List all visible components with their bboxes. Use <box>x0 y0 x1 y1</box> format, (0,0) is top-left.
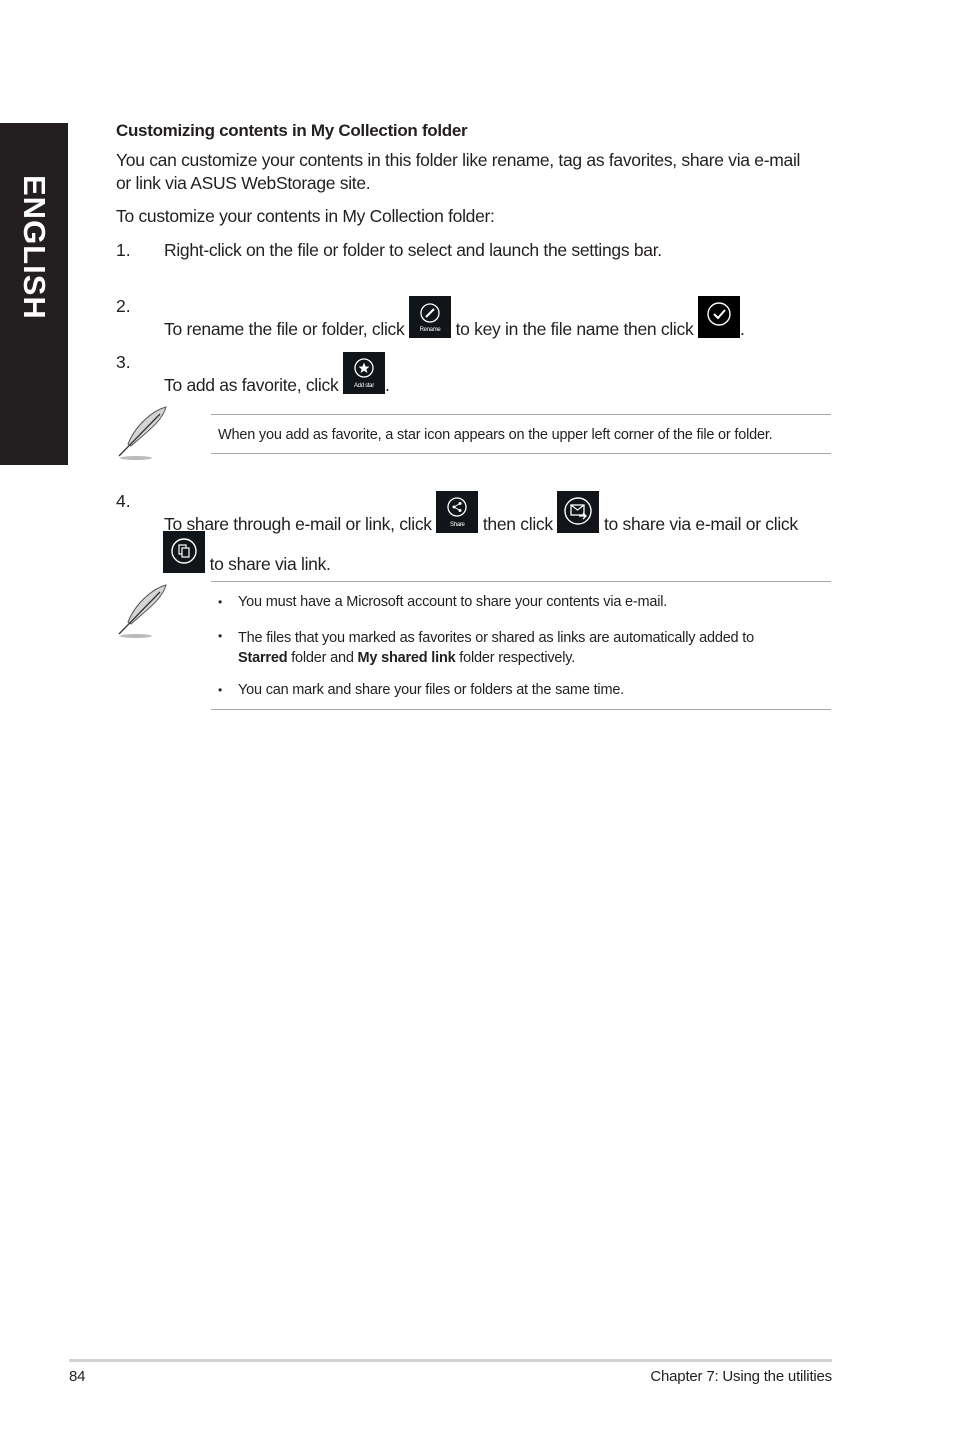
step-1-text: Right-click on the file or folder to sel… <box>164 240 662 260</box>
checkmark-icon <box>707 302 731 326</box>
step-3: To add as favorite, click Add star . <box>164 352 390 396</box>
bullet-dot: • <box>218 629 223 643</box>
note-1-text: When you add as favorite, a star icon ap… <box>218 427 773 443</box>
step-4-line-2: to share via link. <box>163 531 331 575</box>
bullet-2-mid: folder and <box>287 650 358 666</box>
step-2: To rename the file or folder, click Rena… <box>164 296 745 340</box>
intro-line-1: You can customize your contents in this … <box>116 150 801 170</box>
starred-folder-name: Starred <box>238 650 288 666</box>
page-number: 84 <box>69 1368 86 1385</box>
step-4-mid: then click <box>482 514 553 534</box>
copy-link-icon <box>171 538 197 564</box>
step-4-post: to share via link. <box>209 554 331 574</box>
intro-line-2: or link via ASUS WebStorage site. <box>116 173 371 193</box>
note-2-bottom-rule <box>211 709 831 710</box>
email-share-icon <box>564 497 593 525</box>
step-2-post: . <box>739 319 745 339</box>
lead-text: To customize your contents in My Collect… <box>116 206 495 226</box>
step-2-pre: To rename the file or folder, click <box>164 319 405 339</box>
note-2-bullet-1: You must have a Microsoft account to sha… <box>238 594 668 610</box>
share-label: Share <box>450 522 465 528</box>
confirm-button[interactable] <box>697 296 740 338</box>
step-2-mid: to key in the file name then click <box>455 319 694 339</box>
rename-button[interactable]: Rename <box>409 296 452 338</box>
shared-link-folder-name: My shared link <box>357 650 456 666</box>
footer-rule <box>69 1359 832 1362</box>
note-2-top-rule <box>211 581 831 582</box>
step-4-number: 4. <box>116 491 131 511</box>
note-1-bottom-rule <box>211 453 831 454</box>
step-3-pre: To add as favorite, click <box>164 375 339 395</box>
note-2-bullet-2: The files that you marked as favorites o… <box>238 628 828 668</box>
section-heading: Customizing contents in My Collection fo… <box>116 121 468 140</box>
note-feather-icon <box>118 406 167 460</box>
add-star-label: Add star <box>353 383 374 389</box>
add-star-button[interactable]: Add star <box>342 352 385 394</box>
email-share-button[interactable] <box>557 491 600 533</box>
bullet-2-pre: The files that you marked as favorites o… <box>238 630 754 646</box>
note-feather-icon <box>118 584 167 638</box>
language-label: ENGLISH <box>17 175 52 320</box>
copy-link-button[interactable] <box>163 531 205 573</box>
step-3-number: 3. <box>116 352 131 372</box>
step-4: To share through e-mail or link, click S… <box>164 491 798 535</box>
step-2-number: 2. <box>116 296 131 316</box>
bullet-2-post: folder respectively. <box>455 650 576 666</box>
bullet-dot: • <box>218 683 223 697</box>
step-4-mid2: to share via e-mail or click <box>603 514 798 534</box>
rename-label: Rename <box>419 327 441 333</box>
bullet-dot: • <box>218 595 223 609</box>
note-2-bullet-3: You can mark and share your files or fol… <box>238 682 625 698</box>
step-1-number: 1. <box>116 240 131 260</box>
note-1-top-rule <box>211 414 831 415</box>
step-3-post: . <box>384 375 390 395</box>
chapter-title: Chapter 7: Using the utilities <box>650 1368 832 1385</box>
language-side-tab: ENGLISH <box>0 123 68 465</box>
share-button[interactable]: Share <box>436 491 479 533</box>
